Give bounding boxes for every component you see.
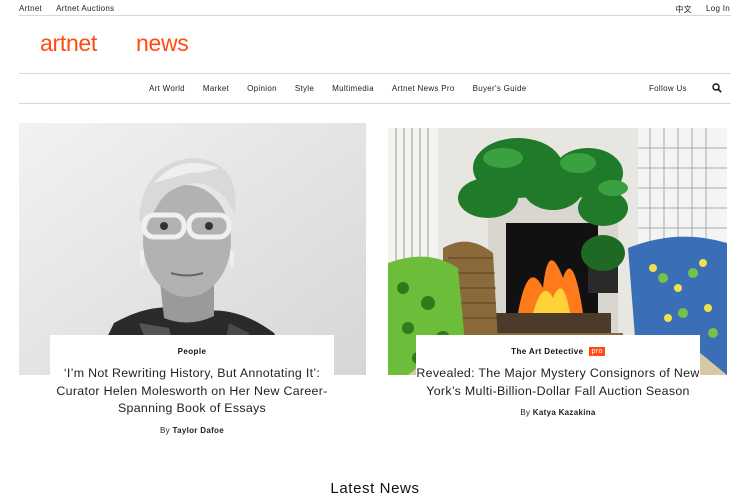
article-1-category[interactable]: People [50,347,334,356]
article-2-title[interactable]: Revealed: The Major Mystery Consignors o… [416,365,700,400]
divider [19,15,731,16]
article-2-byline: By Katya Kazakina [520,408,596,417]
article-2-category[interactable]: The Art Detective pro [416,347,700,356]
article-2-card[interactable]: The Art Detective pro Revealed: The Majo… [416,335,700,445]
nav-market[interactable]: Market [203,84,229,93]
divider [19,73,731,74]
latest-news-heading: Latest News [330,480,420,497]
nav-style[interactable]: Style [295,84,314,93]
nav-opinion[interactable]: Opinion [247,84,277,93]
nav-artnet-news-pro[interactable]: Artnet News Pro [392,84,455,93]
top-bar: Artnet Artnet Auctions 中文 Log In [0,0,750,16]
login-link[interactable]: Log In [706,4,730,15]
nav-art-world[interactable]: Art World [149,84,185,93]
article-1-card[interactable]: People ‘I’m Not Rewriting History, But A… [50,335,334,460]
pro-badge: pro [589,347,605,356]
site-logo[interactable]: artnet news [40,30,189,57]
artnet-auctions-link[interactable]: Artnet Auctions [56,4,114,13]
main-nav: Art World Market Opinion Style Multimedi… [0,83,750,96]
artnet-link[interactable]: Artnet [19,4,42,13]
search-icon[interactable] [712,83,722,93]
article-2-author[interactable]: Katya Kazakina [533,408,596,417]
article-1-title[interactable]: ‘I’m Not Rewriting History, But Annotati… [50,365,334,418]
divider [19,103,731,104]
nav-multimedia[interactable]: Multimedia [332,84,374,93]
logo-news: news [136,30,189,56]
article-1-byline: By Taylor Dafoe [160,425,224,435]
language-link[interactable]: 中文 [675,4,692,15]
article-1-author[interactable]: Taylor Dafoe [173,426,224,435]
follow-us-link[interactable]: Follow Us [649,84,687,93]
nav-buyers-guide[interactable]: Buyer's Guide [473,84,527,93]
logo-artnet: artnet [40,30,98,56]
